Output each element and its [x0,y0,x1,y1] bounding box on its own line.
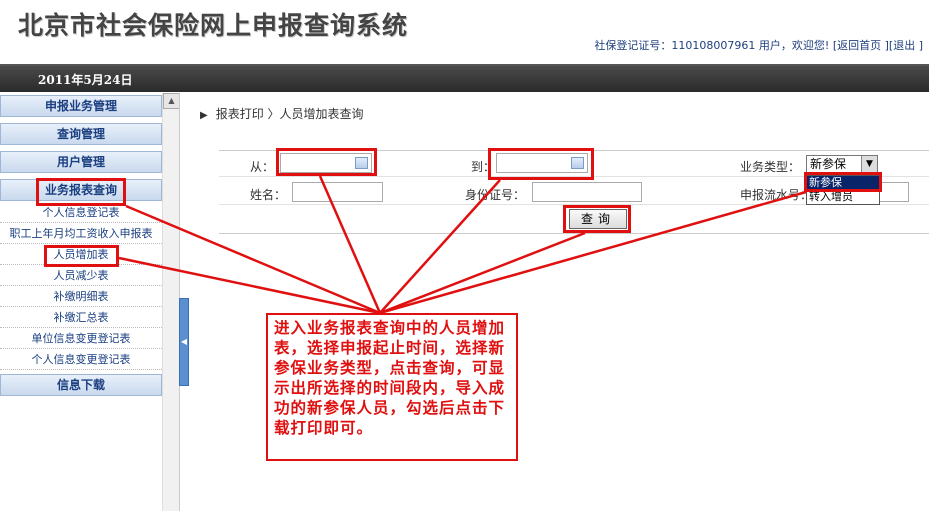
menu-declare-business[interactable]: 申报业务管理 [0,95,162,117]
highlight-to-date [488,148,594,180]
name-input[interactable] [292,182,383,202]
menu-user-management[interactable]: 用户管理 [0,151,162,173]
sidebar-scrollbar[interactable]: ▲ [162,93,180,511]
cert-number: 110108007961 [671,39,756,52]
sidebar-item-supplement-detail[interactable]: 补缴明细表 [0,287,162,307]
name-label: 姓名： [250,188,287,202]
breadcrumb-text: 报表打印 〉人员增加表查询 [215,107,364,121]
id-number-input[interactable] [532,182,642,202]
from-label: 从： [250,160,275,174]
biz-type-select[interactable]: 新参保 ▼ [806,155,878,173]
menu-query-management[interactable]: 查询管理 [0,123,162,145]
chevron-down-icon[interactable]: ▼ [861,156,877,172]
system-title: 北京市社会保险网上申报查询系统 [18,11,409,40]
serial-label: 申报流水号： [740,188,813,202]
highlight-from-date [276,148,377,176]
user-info: 社保登记证号：110108007961 用户，欢迎您! [返回首页 ][退出 ] [594,37,923,53]
sidebar: 申报业务管理 查询管理 用户管理 业务报表查询 个人信息登记表 职工上年月均工资… [0,93,180,511]
collapse-sidebar-icon[interactable]: ◀ [179,298,189,386]
home-link[interactable]: [返回首页 ] [833,39,889,52]
highlight-report-query-menu [36,178,126,206]
highlight-query-button [563,205,631,233]
biz-type-value: 新参保 [810,157,847,171]
sidebar-item-personal-change[interactable]: 个人信息变更登记表 [0,350,162,370]
breadcrumb: ▶ 报表打印 〉人员增加表查询 [200,105,364,122]
date-bar: 2011年5月24日 [0,64,929,92]
highlight-staff-increase [44,245,119,267]
sidebar-item-supplement-summary[interactable]: 补缴汇总表 [0,308,162,328]
highlight-new-enroll-option [804,172,882,192]
triangle-right-icon: ▶ [200,110,208,121]
annotation-note: 进入业务报表查询中的人员增加表，选择申报起止时间，选择新参保业务类型，点击查询，… [266,313,518,461]
dropdown-option-transfer[interactable]: 转入增员 [807,190,879,204]
menu-info-download[interactable]: 信息下载 [0,374,162,396]
sidebar-item-salary-declare[interactable]: 职工上年月均工资收入申报表 [0,224,162,244]
header: 北京市社会保险网上申报查询系统 社保登记证号：110108007961 用户，欢… [0,0,929,64]
cert-label: 社保登记证号： [594,39,672,52]
sidebar-item-unit-change[interactable]: 单位信息变更登记表 [0,329,162,349]
id-label: 身份证号： [465,188,526,202]
greeting: 用户，欢迎您! [758,39,830,52]
current-date: 2011年5月24日 [38,73,133,87]
biz-type-label: 业务类型： [740,160,801,174]
callout-line-query [379,231,586,315]
sidebar-item-personal-info[interactable]: 个人信息登记表 [0,203,162,223]
logout-link[interactable]: [退出 ] [889,39,923,52]
scroll-up-icon[interactable]: ▲ [163,93,180,109]
sidebar-item-staff-decrease[interactable]: 人员减少表 [0,266,162,286]
